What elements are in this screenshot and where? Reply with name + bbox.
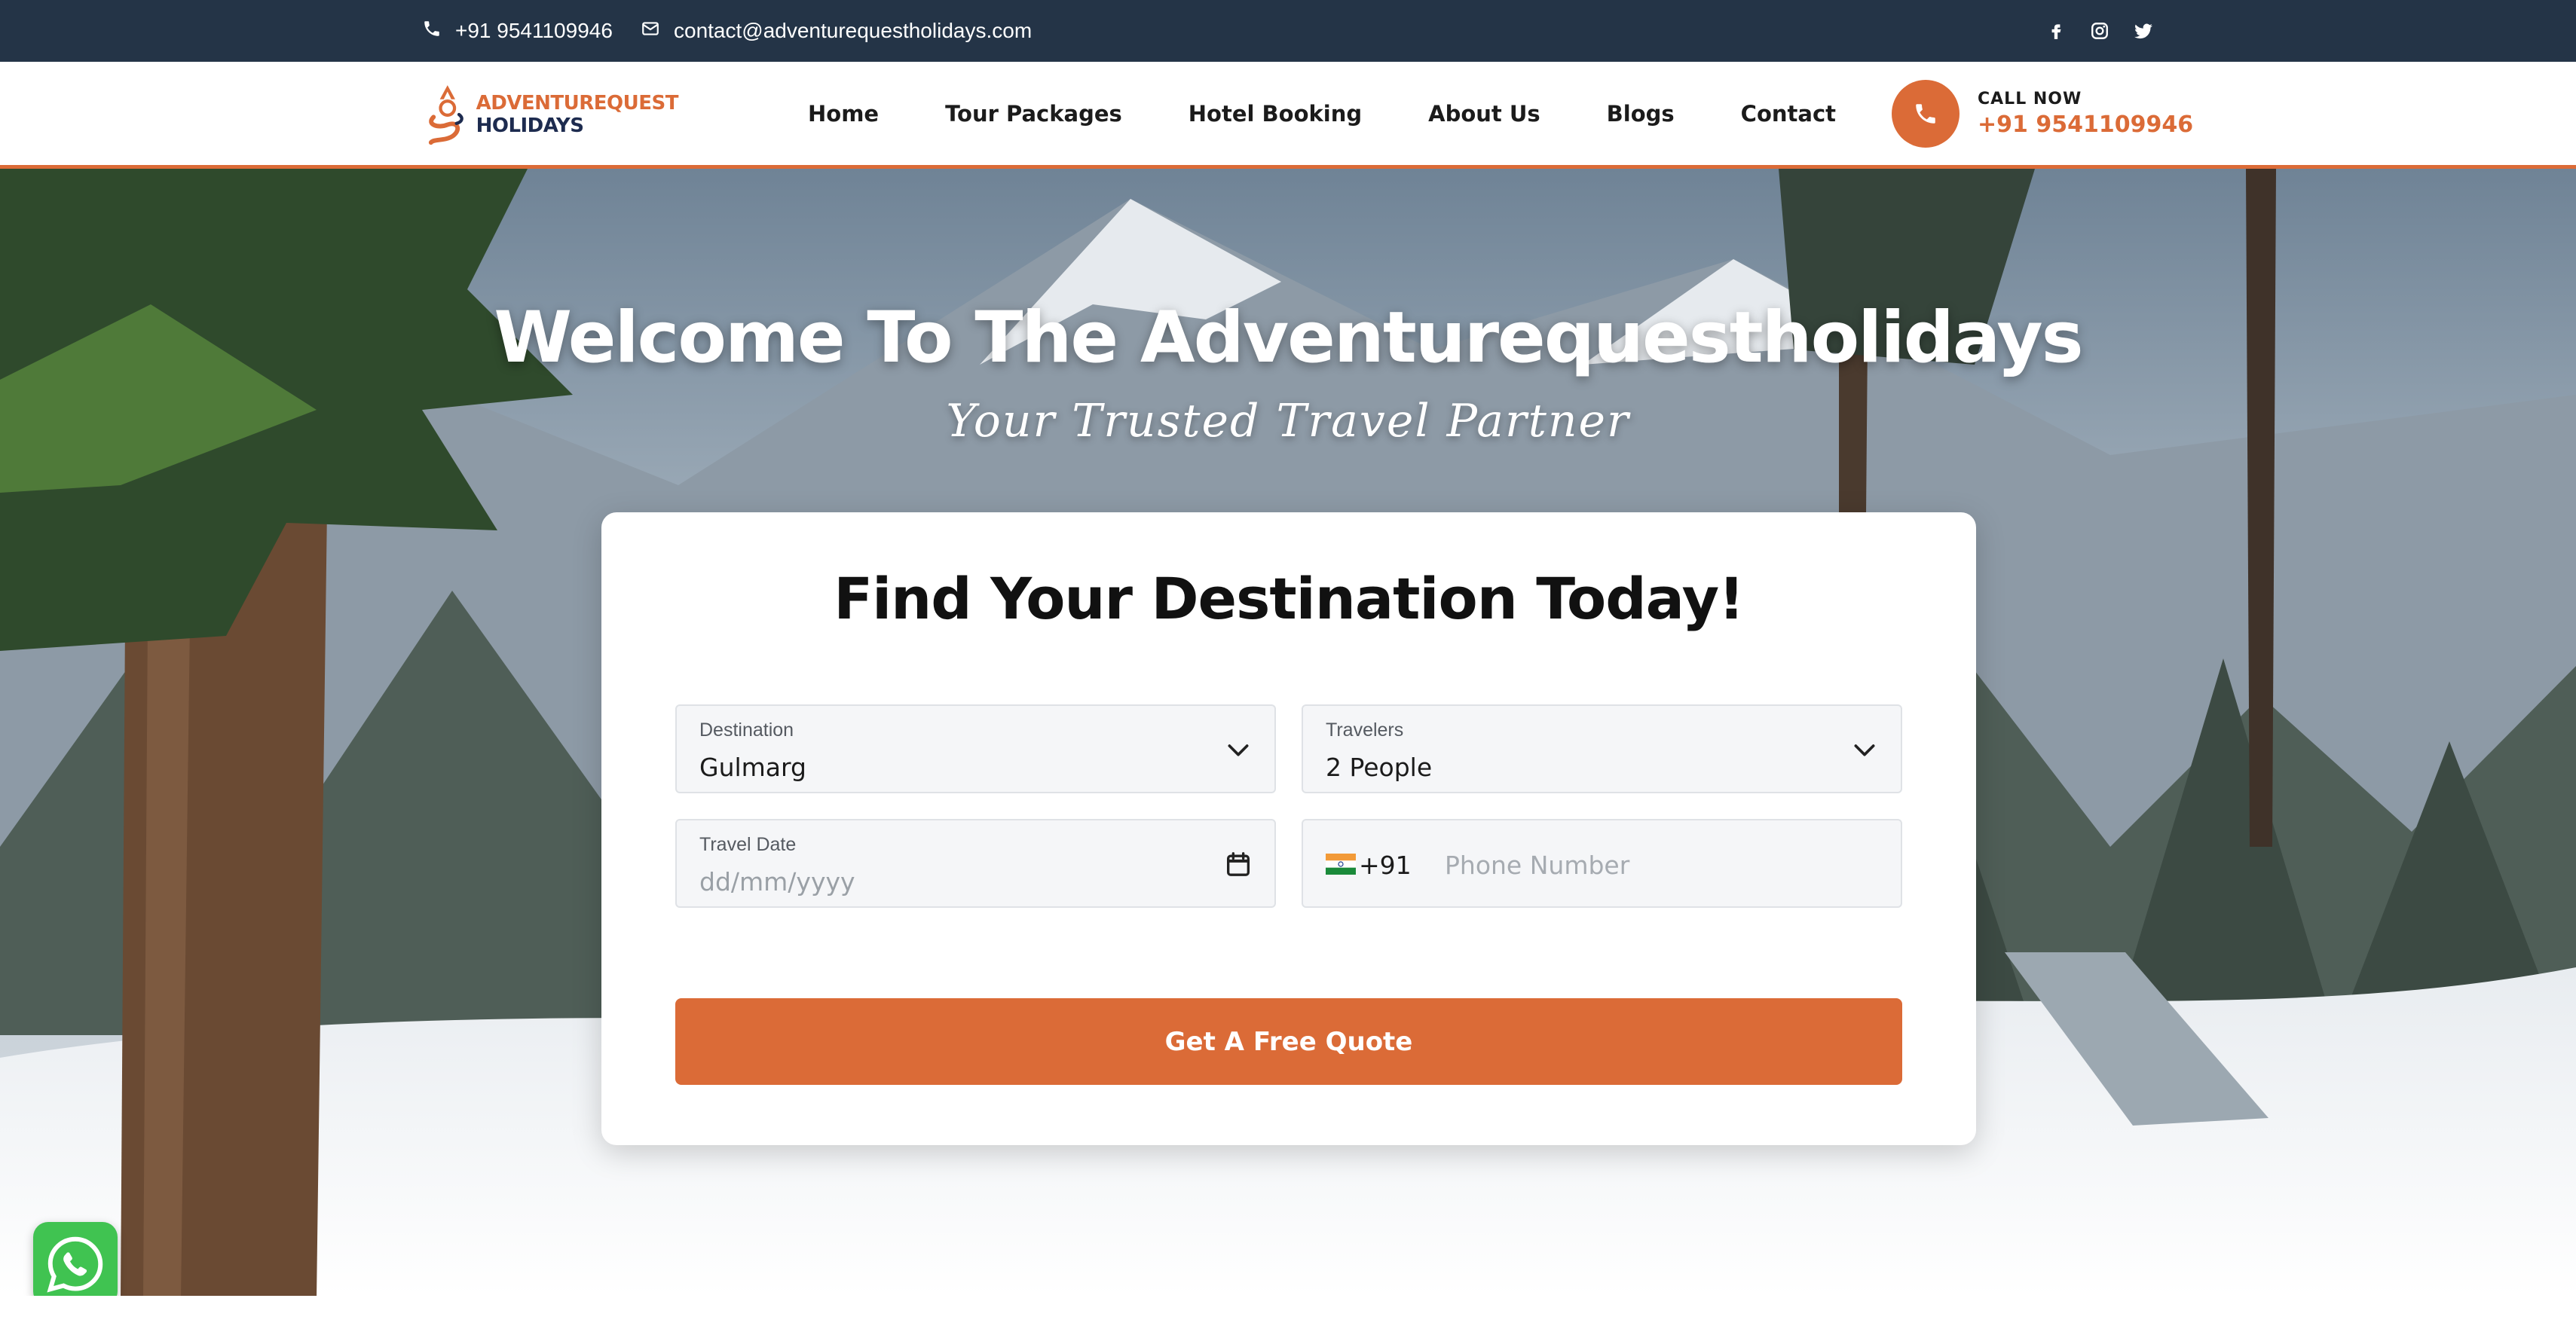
logo-line2: HOLIDAYS — [476, 115, 584, 137]
logo-line1: ADVENTUREQUEST — [476, 92, 679, 115]
chevron-down-icon — [1849, 735, 1880, 765]
country-code[interactable]: +91 — [1359, 851, 1412, 880]
phone-icon — [422, 19, 442, 44]
page-bottom-strip — [0, 1296, 2576, 1338]
nav-blogs[interactable]: Blogs — [1607, 101, 1675, 127]
nav-tour-packages[interactable]: Tour Packages — [945, 101, 1122, 127]
topbar-email[interactable]: contact@adventurequestholidays.com — [641, 0, 1032, 62]
logo-icon — [428, 85, 463, 145]
travel-date-placeholder: dd/mm/yyyy — [699, 867, 855, 897]
destination-label: Destination — [699, 719, 794, 741]
instagram-icon[interactable] — [2089, 20, 2110, 41]
site-logo[interactable]: ADVENTUREQUEST HOLIDAYS — [422, 72, 679, 157]
travel-date-input[interactable]: Travel Date dd/mm/yyyy — [675, 819, 1276, 908]
call-now-label: CALL NOW — [1978, 90, 2082, 108]
phone-icon — [1916, 104, 1935, 124]
chevron-down-icon — [1223, 735, 1253, 765]
twitter-icon[interactable] — [2133, 20, 2154, 41]
social-links — [2045, 0, 2154, 62]
phone-input[interactable]: +91 Phone Number — [1302, 819, 1902, 908]
form-title: Find Your Destination Today! — [834, 565, 1745, 632]
travelers-value: 2 People — [1326, 753, 1433, 782]
call-button[interactable] — [1892, 80, 1960, 148]
mail-icon — [641, 19, 660, 44]
calendar-icon[interactable] — [1223, 849, 1253, 879]
quote-form-card: Find Your Destination Today! Destination… — [601, 512, 1976, 1145]
nav-hotel-booking[interactable]: Hotel Booking — [1189, 101, 1362, 127]
travelers-label: Travelers — [1326, 719, 1404, 741]
hero-title: Welcome To The Adventurequestholidays — [494, 297, 2083, 379]
travelers-select[interactable]: Travelers 2 People — [1302, 704, 1902, 793]
nav-contact[interactable]: Contact — [1741, 101, 1836, 127]
topbar-phone-text: +91 9541109946 — [455, 19, 613, 42]
get-free-quote-button[interactable]: Get A Free Quote — [675, 998, 1902, 1085]
facebook-icon[interactable] — [2045, 20, 2067, 41]
india-flag-icon[interactable] — [1326, 854, 1356, 875]
call-now-block[interactable]: CALL NOW +91 9541109946 — [1892, 80, 2193, 148]
nav-about-us[interactable]: About Us — [1428, 101, 1540, 127]
main-nav: Home Tour Packages Hotel Booking About U… — [808, 62, 1836, 165]
topbar-email-text: contact@adventurequestholidays.com — [674, 19, 1033, 42]
call-now-number[interactable]: +91 9541109946 — [1978, 112, 2193, 138]
site-header: ADVENTUREQUEST HOLIDAYS Home Tour Packag… — [0, 62, 2576, 169]
hero-subtitle: Your Trusted Travel Partner — [946, 395, 1630, 448]
destination-value: Gulmarg — [699, 753, 806, 782]
whatsapp-icon — [47, 1236, 103, 1293]
destination-select[interactable]: Destination Gulmarg — [675, 704, 1276, 793]
whatsapp-button[interactable] — [33, 1222, 118, 1306]
topbar-phone[interactable]: +91 9541109946 — [422, 0, 613, 62]
phone-placeholder: Phone Number — [1445, 851, 1630, 880]
travel-date-label: Travel Date — [699, 834, 797, 855]
top-bar: +91 9541109946 contact@adventurequesthol… — [0, 0, 2576, 62]
nav-home[interactable]: Home — [808, 101, 879, 127]
